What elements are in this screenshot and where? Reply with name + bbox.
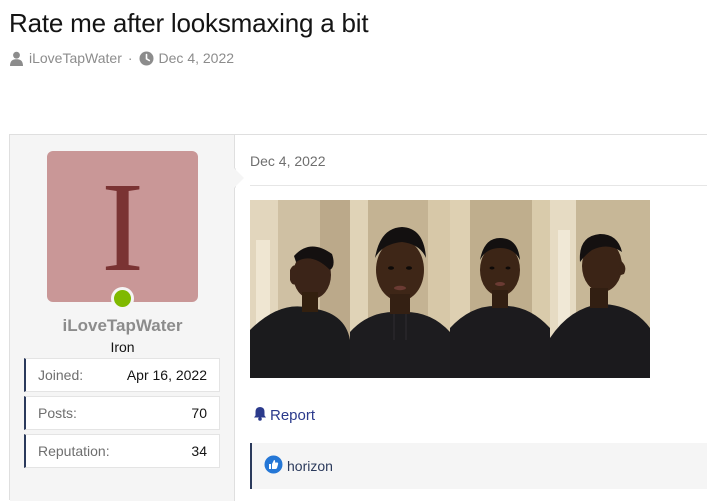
- thread-title: Rate me after looksmaxing a bit: [9, 8, 369, 38]
- stat-value: 70: [191, 405, 207, 421]
- thread-meta: iLoveTapWater · Dec 4, 2022: [9, 50, 234, 66]
- stat-label: Joined:: [38, 367, 84, 383]
- avatar-letter: I: [101, 155, 144, 298]
- clock-icon: [139, 51, 154, 66]
- reactions-bar: horizon: [250, 443, 707, 489]
- report-label: Report: [270, 407, 316, 424]
- reaction-user-link[interactable]: horizon: [287, 458, 333, 474]
- thread-author-link[interactable]: iLoveTapWater: [29, 50, 122, 66]
- like-icon: [264, 455, 283, 477]
- photo-3: [450, 200, 550, 378]
- stat-posts: Posts: 70: [24, 396, 220, 430]
- divider: [250, 185, 707, 186]
- photo-4: [550, 200, 650, 378]
- stat-joined: Joined: Apr 16, 2022: [24, 358, 220, 392]
- report-button[interactable]: Report: [253, 406, 315, 425]
- online-status-indicator: [111, 287, 134, 310]
- bell-icon: [253, 406, 267, 425]
- attached-photo-collage[interactable]: [250, 200, 650, 378]
- stat-label: Posts:: [38, 405, 77, 421]
- stat-reputation: Reputation: 34: [24, 434, 220, 468]
- photo-1: [250, 200, 350, 378]
- message-body: Dec 4, 2022 Report horizon: [236, 135, 707, 501]
- photo-2: [350, 200, 450, 378]
- thread-date-link[interactable]: Dec 4, 2022: [159, 50, 235, 66]
- user-sidebar: I iLoveTapWater Iron Joined: Apr 16, 202…: [10, 135, 245, 501]
- stat-label: Reputation:: [38, 443, 110, 459]
- user-rank-title: Iron: [110, 339, 135, 355]
- stat-value: 34: [191, 443, 207, 459]
- username-link[interactable]: iLoveTapWater: [10, 316, 235, 336]
- avatar[interactable]: I: [47, 151, 198, 302]
- stat-value: Apr 16, 2022: [126, 367, 207, 383]
- post: I iLoveTapWater Iron Joined: Apr 16, 202…: [9, 134, 707, 501]
- post-date-link[interactable]: Dec 4, 2022: [250, 153, 326, 169]
- user-icon: [9, 51, 24, 66]
- meta-separator: ·: [127, 50, 133, 66]
